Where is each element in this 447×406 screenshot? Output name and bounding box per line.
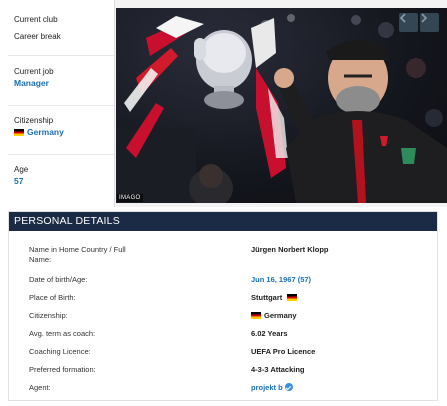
current-club-box: Current club Career break [8,8,114,56]
citizenship-value-wrap[interactable]: Germany [14,126,114,138]
previous-image-button[interactable] [399,13,418,32]
germany-flag-icon [14,129,24,136]
personal-details-panel: PERSONAL DETAILS Name in Home Country / … [8,211,438,401]
age-label: Age [14,165,29,174]
age-value: 57 [14,176,24,186]
detail-row-avg-term: Avg. term as coach: 6.02 Years [9,329,437,341]
personal-details-heading: PERSONAL DETAILS [9,212,437,231]
manager-photo[interactable]: IMAGO [116,8,447,203]
detail-label: Name in Home Country / Full Name: [29,245,126,264]
detail-value-wrap: Stuttgart [251,293,300,303]
verified-check-icon [284,383,293,391]
detail-label: Preferred formation: [29,365,96,374]
detail-label: Agent: [29,383,51,392]
next-image-button[interactable] [420,13,439,32]
detail-label: Coaching Licence: [29,347,91,356]
germany-flag-icon [287,294,298,301]
quick-info-sidebar: Current club Career break Current job Ma… [0,0,115,207]
detail-row-licence: Coaching Licence: UEFA Pro Licence [9,347,437,359]
detail-label: Date of birth/Age: [29,275,88,284]
detail-value: Jürgen Norbert Klopp [251,245,329,254]
detail-label: Citizenship: [29,311,68,320]
detail-row-citizenship: Citizenship: Germany [9,311,437,323]
chevron-left-icon [399,13,406,23]
detail-label: Avg. term as coach: [29,329,96,338]
detail-label: Place of Birth: [29,293,76,302]
detail-value-wrap: projekt b [251,383,293,393]
detail-row-birthplace: Place of Birth: Stuttgart [9,293,437,305]
germany-flag-icon [251,312,261,319]
current-club-value: Career break [14,32,61,41]
current-job-label: Current job [14,67,54,76]
detail-value: 4-3-3 Attacking [251,365,305,374]
chevron-right-icon [421,13,428,23]
current-job-box: Current job Manager [8,56,114,106]
detail-value: UEFA Pro Licence [251,347,316,356]
current-job-value: Manager [14,78,49,88]
age-box: Age 57 [8,155,114,199]
birthplace-value: Stuttgart [251,293,283,302]
citizenship-label: Citizenship [14,116,54,125]
citizenship-box: Citizenship Germany [8,106,114,155]
detail-value: 6.02 Years [251,329,288,338]
detail-row-formation: Preferred formation: 4-3-3 Attacking [9,365,437,377]
current-club-label: Current club [14,15,58,24]
agent-link[interactable]: projekt b [251,383,283,392]
detail-row-full-name: Name in Home Country / Full Name: Jürgen… [9,245,437,269]
detail-value-wrap: Germany [251,311,297,321]
citizenship-value[interactable]: Germany [27,127,64,137]
birth-date-link[interactable]: Jun 16, 1967 (57) [251,275,311,285]
photo-credit: IMAGO [117,194,143,202]
trophy-celebration-image [116,14,447,203]
detail-row-birth: Date of birth/Age: Jun 16, 1967 (57) [9,275,437,287]
detail-row-agent: Agent: projekt b [9,383,437,395]
citizenship-detail-value: Germany [264,311,297,320]
profile-header: Current club Career break Current job Ma… [0,0,447,207]
